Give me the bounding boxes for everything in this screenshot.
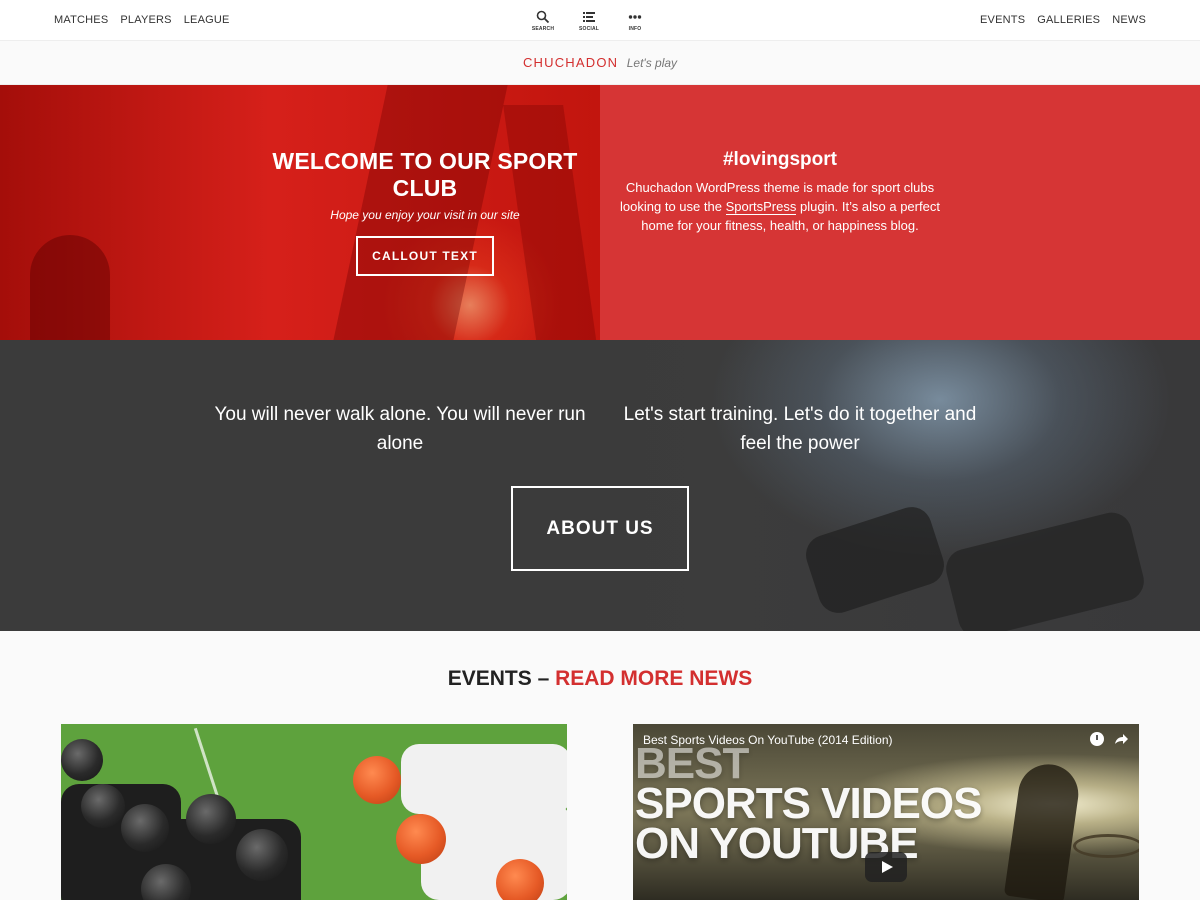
football-event-image[interactable] (61, 724, 567, 900)
sportspress-link[interactable]: SportsPress (725, 199, 797, 215)
primary-menu-right: EVENTS GALLERIES NEWS (980, 14, 1146, 26)
player-white-2 (421, 804, 567, 900)
nav-link-matches[interactable]: MATCHES (54, 14, 108, 26)
helmet-black-2 (81, 784, 125, 828)
hero-subtitle: Hope you enjoy your visit in our site (330, 208, 520, 222)
nav-link-league[interactable]: LEAGUE (184, 14, 230, 26)
hero-callout-panel: WELCOME TO OUR SPORT CLUB Hope you enjoy… (0, 85, 600, 340)
search-toggle-button[interactable]: SEARCH (532, 10, 554, 32)
top-navigation: MATCHES PLAYERS LEAGUE SEARCH SOCIAL INF… (0, 0, 1200, 41)
helmet-orange-2 (396, 814, 446, 864)
helmet-orange-1 (353, 756, 401, 804)
hashtag-heading: #lovingsport (722, 149, 837, 170)
events-heading: EVENTS – READ MORE NEWS (0, 667, 1200, 691)
video-thumbnail-text: BEST SPORTS VIDEOS ON YOUTUBE (635, 739, 982, 868)
info-toggle-button[interactable]: INFO (624, 10, 646, 32)
thumbnail-line-3: ON YOUTUBE (635, 819, 919, 868)
share-icon[interactable] (1113, 731, 1129, 747)
nav-icon-menu: SEARCH SOCIAL INFO (532, 10, 646, 32)
hero-title: WELCOME TO OUR SPORT CLUB (272, 148, 578, 201)
motivation-section: You will never walk alone. You will neve… (0, 340, 1200, 631)
nav-link-events[interactable]: EVENTS (980, 14, 1025, 26)
helmet-orange-3 (496, 859, 544, 900)
events-section: EVENTS – READ MORE NEWS BEST SPORTS VIDE… (0, 631, 1200, 900)
nav-link-galleries[interactable]: GALLERIES (1037, 14, 1100, 26)
info-icon (628, 15, 642, 19)
thumbnail-line-2: SPORTS VIDEOS (635, 779, 982, 828)
hero-text-panel: #lovingsport Chuchadon WordPress theme i… (600, 85, 1200, 340)
basketball-hoop (1073, 834, 1139, 858)
social-toggle-label: SOCIAL (578, 26, 600, 32)
social-toggle-button[interactable]: SOCIAL (578, 10, 600, 32)
hero-description: Chuchadon WordPress theme is made for sp… (612, 178, 948, 235)
embedded-video-player[interactable]: BEST SPORTS VIDEOS ON YOUTUBE Best Sport… (633, 724, 1139, 900)
hero-player-silhouette (30, 235, 110, 340)
helmet-black-3 (121, 804, 169, 852)
search-toggle-label: SEARCH (531, 26, 555, 32)
info-toggle-label: INFO (628, 26, 642, 32)
quote-left: You will never walk alone. You will neve… (214, 404, 586, 454)
read-more-news-link[interactable]: READ MORE NEWS (555, 667, 752, 690)
nav-link-news[interactable]: NEWS (1112, 14, 1146, 26)
helmet-black-5 (236, 829, 288, 881)
site-tagline: Let's play (626, 56, 678, 70)
hero-text-content: #lovingsport Chuchadon WordPress theme i… (612, 149, 948, 235)
about-us-button[interactable]: ABOUT US (511, 486, 689, 571)
social-icon (583, 12, 595, 22)
search-icon (536, 10, 550, 24)
thumbnail-line-1: BEST (635, 739, 749, 788)
site-branding: CHUCHADON Let's play (0, 41, 1200, 85)
helmet-black-1 (61, 739, 103, 781)
nav-link-players[interactable]: PLAYERS (120, 14, 171, 26)
hero-callout-content: WELCOME TO OUR SPORT CLUB Hope you enjoy… (255, 148, 595, 276)
site-title[interactable]: CHUCHADON (523, 55, 618, 70)
callout-button[interactable]: CALLOUT TEXT (356, 236, 494, 276)
primary-menu-left: MATCHES PLAYERS LEAGUE (54, 14, 230, 26)
events-heading-label: EVENTS – (447, 667, 556, 690)
quote-right: Let's start training. Let's do it togeth… (623, 404, 977, 454)
helmet-black-4 (186, 794, 236, 844)
watch-later-icon[interactable] (1090, 732, 1104, 746)
play-button[interactable] (865, 852, 907, 882)
video-title[interactable]: Best Sports Videos On YouTube (2014 Edit… (643, 733, 893, 747)
